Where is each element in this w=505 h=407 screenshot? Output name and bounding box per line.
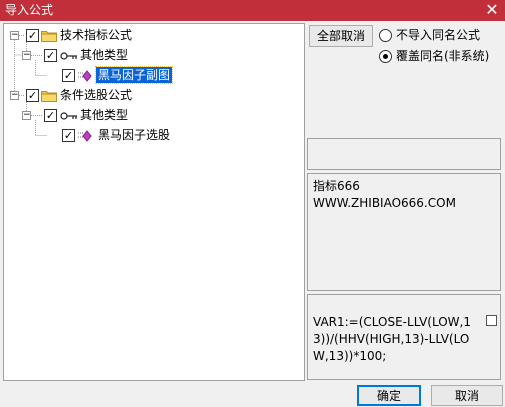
tree-checkbox[interactable]: ✓ — [26, 29, 39, 42]
formula-diamond-icon — [78, 130, 92, 142]
formula-text: VAR1:=(CLOSE-LLV(LOW,13))/(HHV(HIGH,13)-… — [313, 315, 471, 363]
title-bar: 导入公式 ✕ — [0, 0, 505, 21]
folder-icon — [41, 31, 57, 42]
skip-duplicate-radio[interactable] — [379, 29, 392, 42]
tree-node-other-types[interactable]: − ✓ 其他类型 — [4, 46, 204, 64]
key-icon — [60, 112, 77, 120]
key-icon — [60, 52, 77, 60]
tree-checkbox[interactable]: ✓ — [26, 89, 39, 102]
formula-option-checkbox[interactable] — [486, 315, 497, 326]
close-button[interactable]: ✕ — [479, 0, 505, 21]
tree-node-stock-screening[interactable]: − ✓ 条件选股公式 — [4, 86, 204, 104]
tree-checkbox[interactable]: ✓ — [44, 49, 57, 62]
tree-checkbox[interactable]: ✓ — [44, 109, 57, 122]
tree-node-other-types[interactable]: − ✓ 其他类型 — [4, 106, 204, 124]
tree-node-label: 其他类型 — [80, 48, 129, 62]
tree-checkbox[interactable]: ✓ — [62, 129, 75, 142]
formula-tree[interactable]: − ✓ 技术指标公式 − ✓ 其他类型 ✓ 黑马因子副图 − ✓ 条件选股公式 … — [3, 23, 305, 381]
skip-duplicate-label: 不导入同名公式 — [396, 28, 481, 42]
import-formula-dialog: 导入公式 ✕ − ✓ 技术指标公式 − ✓ 其他类型 ✓ 黑马因子副图 − ✓ … — [0, 0, 505, 407]
collapse-toggle[interactable]: − — [22, 111, 31, 120]
tree-node-label: 其他类型 — [80, 108, 129, 122]
folder-icon — [41, 91, 57, 102]
formula-diamond-icon — [78, 70, 92, 82]
collapse-toggle[interactable]: − — [10, 91, 19, 100]
overwrite-duplicate-label: 覆盖同名(非系统) — [396, 49, 490, 63]
overwrite-duplicate-radio[interactable] — [379, 50, 392, 63]
cancel-button[interactable]: 取消 — [431, 385, 503, 406]
window-title: 导入公式 — [5, 3, 54, 17]
collapse-toggle[interactable]: − — [22, 51, 31, 60]
cancel-all-button[interactable]: 全部取消 — [309, 25, 373, 47]
formula-panel: VAR1:=(CLOSE-LLV(LOW,13))/(HHV(HIGH,13)-… — [307, 294, 501, 380]
tree-node-formula-subchart[interactable]: ✓ 黑马因子副图 — [4, 66, 204, 84]
tree-node-formula-screening[interactable]: ✓ 黑马因子选股 — [4, 126, 204, 144]
tree-node-tech-indicators[interactable]: − ✓ 技术指标公式 — [4, 26, 204, 44]
status-panel — [307, 138, 501, 170]
collapse-toggle[interactable]: − — [10, 31, 19, 40]
tree-node-label: 黑马因子选股 — [98, 128, 171, 142]
description-text: 指标666 WWW.ZHIBIAO666.COM — [313, 179, 456, 210]
tree-node-label: 条件选股公式 — [60, 88, 133, 102]
tree-node-label: 黑马因子副图 — [94, 66, 174, 84]
tree-node-label: 技术指标公式 — [60, 28, 133, 42]
ok-button[interactable]: 确定 — [357, 385, 421, 406]
description-panel: 指标666 WWW.ZHIBIAO666.COM — [307, 173, 501, 291]
tree-checkbox[interactable]: ✓ — [62, 69, 75, 82]
